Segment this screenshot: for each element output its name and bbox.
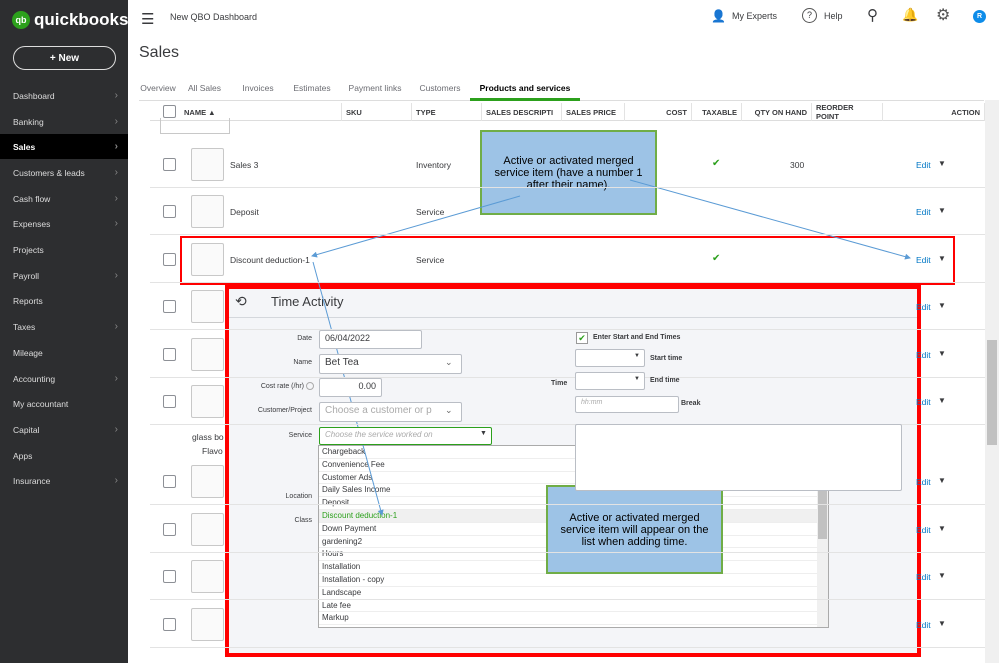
edit-link[interactable]: Edit bbox=[916, 620, 931, 630]
product-image-icon bbox=[191, 513, 224, 546]
start-time-label: Start time bbox=[650, 355, 683, 362]
product-type: Service bbox=[416, 207, 445, 217]
info-icon[interactable] bbox=[306, 382, 314, 390]
edit-dropdown-icon[interactable]: ▼ bbox=[938, 619, 946, 628]
edit-dropdown-icon[interactable]: ▼ bbox=[938, 524, 946, 533]
row-checkbox[interactable] bbox=[163, 348, 176, 361]
date-label: Date bbox=[297, 335, 312, 342]
edit-link[interactable]: Edit bbox=[916, 255, 931, 265]
product-image-icon bbox=[191, 148, 224, 181]
taxable-check-icon: ✔ bbox=[712, 253, 721, 264]
name-select[interactable]: Bet Tea bbox=[319, 354, 462, 374]
table-row: Edit ▼ bbox=[150, 506, 985, 553]
cost-rate-label: Cost rate (/hr) bbox=[260, 383, 304, 390]
edit-dropdown-icon[interactable]: ▼ bbox=[938, 571, 946, 580]
edit-link[interactable]: Edit bbox=[916, 350, 931, 360]
product-image-icon bbox=[191, 560, 224, 593]
dropdown-arrow-icon[interactable]: ▼ bbox=[634, 353, 640, 359]
product-name[interactable]: Deposit bbox=[230, 207, 259, 217]
edit-link[interactable]: Edit bbox=[916, 397, 931, 407]
row-checkbox[interactable] bbox=[163, 205, 176, 218]
service-select[interactable]: Choose the service worked on bbox=[319, 427, 492, 445]
name-label: Name bbox=[293, 359, 312, 366]
edit-link[interactable]: Edit bbox=[916, 525, 931, 535]
edit-dropdown-icon[interactable]: ▼ bbox=[938, 159, 946, 168]
row-checkbox[interactable] bbox=[163, 570, 176, 583]
table-row: Edit ▼ bbox=[150, 283, 985, 330]
edit-link[interactable]: Edit bbox=[916, 302, 931, 312]
product-image-icon bbox=[160, 118, 230, 134]
table-row: Deposit Service Edit ▼ bbox=[150, 188, 985, 235]
table-row: Discount deduction-1 Service ✔ Edit ▼ bbox=[150, 236, 985, 283]
edit-link[interactable]: Edit bbox=[916, 160, 931, 170]
product-image-icon bbox=[191, 195, 224, 228]
edit-link[interactable]: Edit bbox=[916, 477, 931, 487]
product-image-icon bbox=[191, 608, 224, 641]
class-label: Class bbox=[294, 517, 312, 524]
row-checkbox[interactable] bbox=[163, 618, 176, 631]
product-name[interactable]: Sales 3 bbox=[230, 160, 258, 170]
edit-dropdown-icon[interactable]: ▼ bbox=[938, 254, 946, 263]
dropdown-arrow-icon[interactable]: ▼ bbox=[480, 430, 487, 437]
product-type: Inventory bbox=[416, 160, 451, 170]
customer-placeholder: Choose a customer or p bbox=[325, 405, 432, 416]
row-checkbox[interactable] bbox=[163, 475, 176, 488]
end-time-label: End time bbox=[650, 377, 680, 384]
row-checkbox[interactable] bbox=[163, 253, 176, 266]
row-checkbox[interactable] bbox=[163, 523, 176, 536]
taxable-check-icon: ✔ bbox=[712, 158, 721, 169]
product-image-icon bbox=[191, 465, 224, 498]
product-image-icon bbox=[191, 243, 224, 276]
table-row: Edit ▼ bbox=[150, 553, 985, 600]
edit-dropdown-icon[interactable]: ▼ bbox=[938, 349, 946, 358]
row-checkbox[interactable] bbox=[163, 395, 176, 408]
chevron-down-icon[interactable]: ⌄ bbox=[445, 357, 453, 368]
customer-label: Customer/Project bbox=[257, 407, 312, 414]
edit-link[interactable]: Edit bbox=[916, 572, 931, 582]
qty-on-hand: 300 bbox=[790, 160, 805, 170]
edit-dropdown-icon[interactable]: ▼ bbox=[938, 301, 946, 310]
row-checkbox[interactable] bbox=[163, 300, 176, 313]
break-label: Break bbox=[681, 400, 701, 407]
name-value: Bet Tea bbox=[325, 357, 359, 368]
product-type: Service bbox=[416, 255, 445, 265]
product-image-icon bbox=[191, 338, 224, 371]
service-placeholder: Choose the service worked on bbox=[325, 430, 433, 439]
service-label: Service bbox=[288, 432, 312, 439]
location-label: Location bbox=[285, 493, 312, 500]
table-row: Edit ▼ bbox=[150, 601, 985, 648]
enter-times-checkbox[interactable]: ✔ bbox=[576, 332, 588, 344]
edit-dropdown-icon[interactable]: ▼ bbox=[938, 396, 946, 405]
break-input[interactable]: hh:mm bbox=[575, 396, 679, 413]
edit-dropdown-icon[interactable]: ▼ bbox=[938, 476, 946, 485]
product-subname: Flavo bbox=[202, 446, 223, 456]
enter-times-label: Enter Start and End Times bbox=[593, 334, 681, 341]
product-name[interactable]: Discount deduction-1 bbox=[230, 255, 310, 265]
date-input[interactable]: 06/04/2022 bbox=[319, 330, 422, 349]
row-checkbox[interactable] bbox=[163, 158, 176, 171]
time-label: Time bbox=[551, 380, 568, 387]
table-row: Sales 3 Inventory ✔ 300 Edit ▼ bbox=[150, 141, 985, 188]
description-textarea[interactable] bbox=[575, 424, 902, 491]
product-image-icon bbox=[191, 290, 224, 323]
edit-link[interactable]: Edit bbox=[916, 207, 931, 217]
edit-dropdown-icon[interactable]: ▼ bbox=[938, 206, 946, 215]
chevron-down-icon[interactable]: ⌄ bbox=[445, 405, 453, 416]
cost-rate-input[interactable]: 0.00 bbox=[319, 378, 382, 397]
dropdown-arrow-icon[interactable]: ▼ bbox=[634, 376, 640, 382]
product-name: glass bo bbox=[192, 432, 224, 442]
customer-select[interactable]: Choose a customer or p bbox=[319, 402, 462, 422]
